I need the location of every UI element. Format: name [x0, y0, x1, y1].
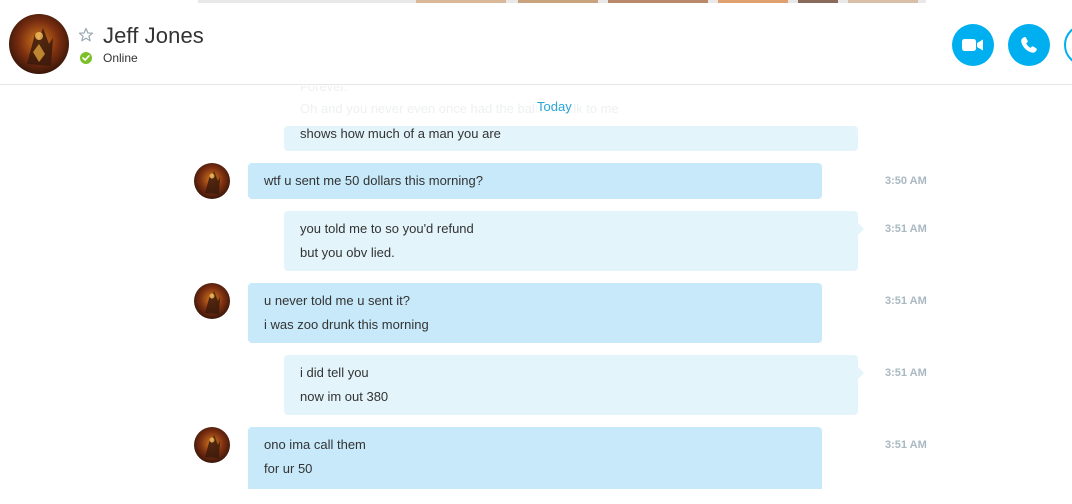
- avatar[interactable]: [194, 163, 230, 199]
- date-divider: Today: [535, 99, 574, 114]
- message-text: now im out 380: [300, 389, 389, 404]
- outgoing-message[interactable]: you told me to so you'd refund but you o…: [284, 211, 864, 271]
- avatar[interactable]: [9, 14, 69, 74]
- avatar[interactable]: [194, 283, 230, 319]
- message-text: wtf u sent me 50 dollars this morning?: [264, 173, 483, 188]
- status-text: Online: [103, 51, 138, 65]
- message-text: i did tell you: [300, 365, 369, 380]
- star-icon[interactable]: [78, 27, 94, 43]
- outgoing-message[interactable]: i did tell you now im out 380: [284, 355, 864, 415]
- message-timestamp: 3:51 AM: [885, 223, 927, 235]
- audio-call-button[interactable]: [1008, 24, 1050, 66]
- video-camera-icon: [962, 39, 983, 51]
- incoming-message[interactable]: u never told me u sent it? i was zoo dru…: [248, 283, 822, 343]
- incoming-message[interactable]: ono ima call them for ur 50: [248, 427, 822, 489]
- message-text: u never told me u sent it?: [264, 293, 410, 308]
- message-timestamp: 3:51 AM: [885, 295, 927, 307]
- video-call-button[interactable]: [952, 24, 994, 66]
- conversation-header: Jeff Jones Online: [0, 3, 1072, 85]
- faded-message-line: Forever.: [300, 86, 348, 94]
- message-timestamp: 3:51 AM: [885, 367, 927, 379]
- bubble-tail: [858, 223, 864, 235]
- online-status-icon: [80, 52, 92, 64]
- message-text: shows how much of a man you are: [300, 126, 501, 141]
- message-timestamp: 3:51 AM: [885, 439, 927, 451]
- avatar[interactable]: [194, 427, 230, 463]
- message-text: but you obv lied.: [300, 245, 395, 260]
- message-timestamp: 3:50 AM: [885, 175, 927, 187]
- message-text: you told me to so you'd refund: [300, 221, 474, 236]
- message-text: i was zoo drunk this morning: [264, 317, 429, 332]
- incoming-message[interactable]: wtf u sent me 50 dollars this morning?: [248, 163, 822, 199]
- contact-name: Jeff Jones: [103, 23, 204, 48]
- skype-chat-window: Jeff Jones Online Forever. Oh and you ne…: [0, 0, 1072, 504]
- phone-icon: [1021, 37, 1037, 53]
- add-people-button[interactable]: [1064, 24, 1072, 66]
- message-text: for ur 50: [264, 461, 313, 476]
- message-list[interactable]: Forever. Oh and you never even once had …: [0, 86, 1072, 504]
- message-text: ono ima call them: [264, 437, 366, 452]
- outgoing-message[interactable]: shows how much of a man you are: [284, 126, 858, 151]
- bubble-tail: [858, 367, 864, 379]
